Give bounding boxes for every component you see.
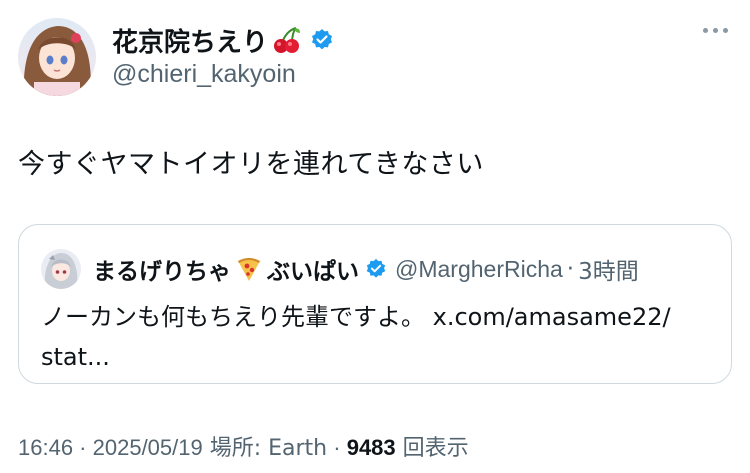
more-dot [703, 28, 708, 33]
quote-text: ノーカンも何もちえり先輩ですよ。 x.com/amasame22/ stat..… [41, 297, 711, 377]
more-dot [713, 28, 718, 33]
author-handle[interactable]: @chieri_kakyoin [112, 60, 296, 89]
quote-handle[interactable]: @MargherRicha [395, 256, 563, 283]
tweet-date[interactable]: 2025/05/19 [93, 435, 203, 460]
views-label: 回表示 [395, 436, 469, 461]
views-count: 9483 [346, 435, 396, 460]
quote-text-line2: stat... [41, 343, 110, 371]
tweet-meta: 16:46 · 2025/05/19 場所: Earth · 9483 回表示 [18, 430, 469, 462]
author-avatar[interactable] [18, 18, 96, 96]
meta-separator: · [327, 435, 347, 460]
quote-display-name-part2[interactable]: ぶいぱい [267, 252, 359, 286]
more-dot [723, 28, 728, 33]
verified-badge-icon[interactable] [310, 28, 334, 52]
pizza-icon [235, 255, 263, 283]
author-name-row: 花京院ちえり [112, 22, 334, 58]
quote-avatar[interactable] [41, 249, 81, 289]
author-display-name[interactable]: 花京院ちえり [112, 22, 268, 59]
quote-text-line1: ノーカンも何もちえり先輩ですよ。 x.com/amasame22/ [41, 303, 671, 331]
quote-separator: · [566, 256, 575, 282]
tweet-text: 今すぐヤマトイオリを連れてきなさい [18, 149, 484, 180]
meta-separator: · [73, 435, 93, 460]
quote-verified-badge-icon[interactable] [365, 258, 387, 280]
quote-timestamp[interactable]: 3時間 [578, 252, 639, 286]
tweet-location: 場所: Earth [202, 436, 328, 461]
quote-display-name-part1[interactable]: まるげりちゃ [93, 252, 231, 286]
quoted-tweet-card[interactable]: まるげりちゃ ぶいぱい @MargherRicha · 3時間 ノーカンも何もち… [18, 224, 732, 384]
tweet-time[interactable]: 16:46 [18, 435, 73, 460]
quote-header: まるげりちゃ ぶいぱい @MargherRicha · 3時間 [41, 249, 639, 289]
cherry-icon [272, 25, 302, 55]
more-options-icon[interactable] [703, 28, 728, 33]
